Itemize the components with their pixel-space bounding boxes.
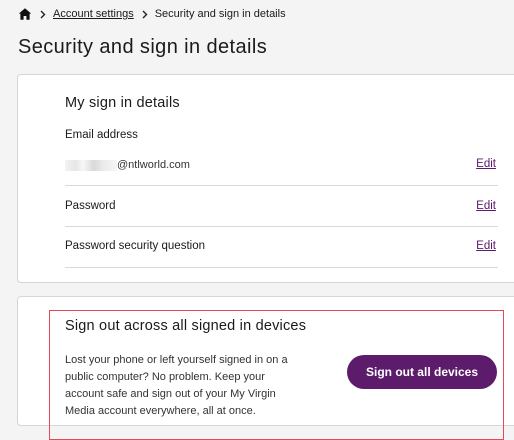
home-icon[interactable] (18, 7, 32, 21)
breadcrumb-account-settings-link[interactable]: Account settings (53, 8, 134, 20)
sign-out-description: Lost your phone or left yourself signed … (65, 354, 288, 417)
edit-password-link[interactable]: Edit (476, 200, 496, 212)
breadcrumb: Account settings Security and sign in de… (18, 6, 286, 22)
sign-out-devices-card: Sign out across all signed in devices Lo… (17, 296, 514, 440)
sign-out-all-devices-button[interactable]: Sign out all devices (347, 355, 497, 389)
email-domain: @ntlworld.com (117, 159, 190, 171)
divider (65, 185, 498, 186)
edit-security-question-link[interactable]: Edit (476, 240, 496, 252)
chevron-right-icon (40, 10, 46, 19)
edit-email-link[interactable]: Edit (476, 158, 496, 170)
security-question-label: Password security question (65, 240, 205, 252)
divider (65, 267, 498, 268)
page-title: Security and sign in details (18, 36, 268, 58)
email-address-label: Email address (65, 129, 138, 141)
email-address-value: @ntlworld.com (65, 159, 190, 171)
redacted-email-prefix (65, 159, 117, 171)
divider (65, 226, 498, 227)
chevron-right-icon (142, 10, 148, 19)
breadcrumb-current: Security and sign in details (154, 8, 286, 20)
sign-out-heading: Sign out across all signed in devices (65, 318, 307, 334)
password-label: Password (65, 200, 116, 212)
sign-in-details-card: My sign in details Email address @ntlwor… (17, 74, 514, 283)
sign-in-details-heading: My sign in details (65, 95, 180, 111)
